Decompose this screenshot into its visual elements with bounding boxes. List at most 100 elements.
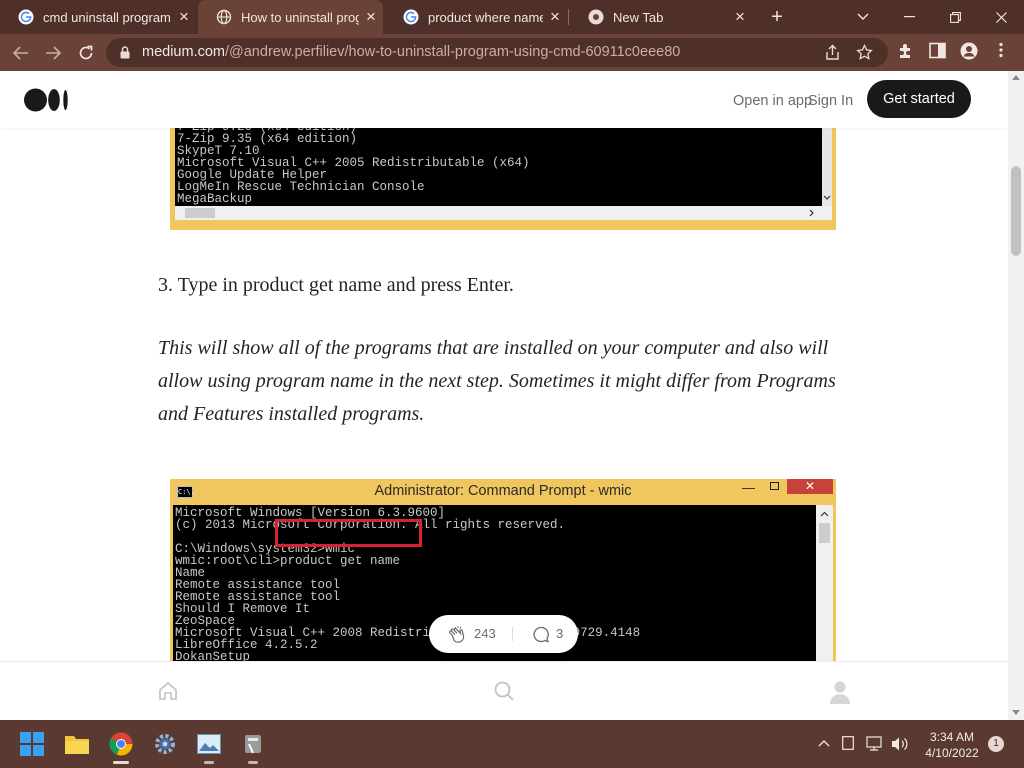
avatar-icon[interactable] bbox=[829, 680, 851, 704]
medium-header: Open in app Sign In Get started bbox=[0, 71, 1008, 128]
profile-icon[interactable] bbox=[960, 42, 978, 60]
address-bar[interactable]: medium.com/@andrew.perfiliev/how-to-unin… bbox=[106, 38, 888, 67]
tablet-icon[interactable] bbox=[842, 736, 854, 750]
tab-new-tab[interactable]: New Tab × bbox=[570, 0, 752, 34]
menu-kebab-icon[interactable] bbox=[998, 42, 1004, 58]
settings-taskbar-button[interactable] bbox=[149, 728, 181, 760]
search-icon[interactable] bbox=[493, 680, 515, 702]
folder-icon bbox=[65, 736, 89, 754]
home-icon[interactable] bbox=[157, 680, 179, 702]
restore-button[interactable] bbox=[932, 0, 978, 34]
google-icon bbox=[403, 9, 419, 25]
photos-taskbar-button[interactable] bbox=[193, 728, 225, 764]
tab-product-where-name[interactable]: product where name= × bbox=[385, 0, 567, 34]
tab-strip: cmd uninstall program × How to uninstall… bbox=[0, 0, 1024, 34]
tab-title: cmd uninstall program bbox=[43, 9, 171, 25]
side-panel-icon[interactable] bbox=[929, 42, 946, 59]
reload-button[interactable] bbox=[73, 40, 99, 66]
tab-cmd-uninstall[interactable]: cmd uninstall program × bbox=[0, 0, 196, 34]
tab-search-button[interactable] bbox=[840, 0, 886, 34]
close-icon[interactable]: × bbox=[728, 7, 752, 27]
volume-icon[interactable] bbox=[891, 736, 909, 752]
divider bbox=[512, 627, 513, 641]
console-hscrollbar bbox=[175, 206, 832, 220]
console-scrollbar bbox=[822, 121, 832, 206]
chevron-up-icon[interactable] bbox=[818, 739, 830, 747]
chevron-down-icon bbox=[823, 195, 831, 200]
google-icon bbox=[18, 9, 34, 25]
comment-icon[interactable] bbox=[532, 626, 550, 644]
close-icon[interactable]: × bbox=[359, 7, 383, 27]
reload-icon bbox=[79, 45, 93, 60]
open-in-app-link[interactable]: Open in app bbox=[733, 93, 812, 109]
clap-count[interactable]: 243 bbox=[474, 626, 496, 641]
console-line: LogMeIn Rescue Technician Console bbox=[177, 180, 425, 194]
scroll-down-icon[interactable] bbox=[1012, 710, 1020, 715]
share-icon[interactable] bbox=[824, 44, 841, 61]
start-button[interactable] bbox=[16, 728, 48, 760]
get-started-button[interactable]: Get started bbox=[867, 80, 971, 118]
chrome-taskbar-button[interactable] bbox=[105, 728, 137, 764]
close-window-button[interactable] bbox=[978, 0, 1024, 34]
notification-badge[interactable]: 1 bbox=[988, 736, 1004, 752]
forward-button[interactable] bbox=[40, 40, 66, 66]
console-line: Should I Remove It bbox=[175, 602, 311, 616]
medium-logo-icon[interactable] bbox=[24, 88, 69, 112]
app-icon bbox=[245, 735, 261, 754]
scroll-up-icon[interactable] bbox=[1012, 75, 1020, 80]
minimize-icon: — bbox=[742, 480, 755, 495]
tab-title: New Tab bbox=[613, 9, 664, 25]
running-indicator bbox=[248, 761, 258, 764]
step-3-text: 3. Type in product get name and press En… bbox=[158, 274, 514, 296]
tab-title: product where name= bbox=[428, 9, 543, 25]
maximize-icon bbox=[770, 482, 779, 490]
minimize-icon bbox=[903, 16, 915, 18]
arrow-right-icon bbox=[46, 46, 61, 60]
chevron-right-icon bbox=[809, 209, 814, 217]
app-taskbar-button[interactable] bbox=[237, 728, 269, 764]
url-host: medium.com bbox=[142, 44, 225, 60]
windows-logo-icon bbox=[20, 732, 44, 756]
cmd-titlebar: C:\. Administrator: Command Prompt - wmi… bbox=[170, 479, 836, 505]
browser-toolbar: medium.com/@andrew.perfiliev/how-to-unin… bbox=[0, 34, 1024, 71]
close-icon[interactable]: × bbox=[543, 7, 567, 27]
clock-date: 4/10/2022 bbox=[925, 746, 979, 760]
clap-icon[interactable] bbox=[447, 625, 467, 645]
close-icon[interactable]: × bbox=[172, 7, 196, 27]
running-indicator bbox=[204, 761, 214, 764]
tab-separator bbox=[568, 9, 569, 25]
lock-icon[interactable] bbox=[120, 46, 130, 59]
page-scrollbar[interactable] bbox=[1008, 71, 1024, 720]
star-icon[interactable] bbox=[856, 44, 873, 61]
running-indicator bbox=[113, 761, 129, 764]
web-page: Open in app Sign In Get started 7-Zip 9.… bbox=[0, 71, 1008, 720]
sign-in-link[interactable]: Sign In bbox=[808, 93, 853, 109]
url-path: /@andrew.perfiliev/how-to-uninstall-prog… bbox=[225, 44, 681, 60]
console-line: (c) 2013 Microsoft Corporation. All righ… bbox=[175, 518, 566, 532]
scroll-thumb[interactable] bbox=[1011, 166, 1021, 256]
close-icon: ✕ bbox=[787, 479, 833, 494]
console-line: 7-Zip 9.35 (x64 edition) bbox=[177, 132, 358, 146]
network-icon[interactable] bbox=[866, 736, 884, 752]
extensions-icon[interactable] bbox=[897, 42, 915, 60]
console-line: MegaBackup bbox=[177, 192, 253, 206]
highlight-box bbox=[275, 519, 422, 547]
back-button[interactable] bbox=[8, 40, 34, 66]
response-count[interactable]: 3 bbox=[556, 626, 563, 641]
new-tab-button[interactable]: + bbox=[766, 6, 788, 28]
clock-time: 3:34 AM bbox=[929, 730, 975, 744]
tab-title: How to uninstall program bbox=[241, 9, 359, 25]
console-output: 7-Zip 9.20 (x64 edition)7-Zip 9.35 (x64 … bbox=[175, 121, 822, 206]
tab-how-to-uninstall[interactable]: How to uninstall program × bbox=[198, 0, 383, 34]
minimize-button[interactable] bbox=[886, 0, 932, 34]
restore-icon bbox=[949, 11, 961, 23]
file-explorer-button[interactable] bbox=[61, 728, 93, 760]
console-line: wmic:root\cli>product get name bbox=[175, 554, 401, 568]
close-icon bbox=[995, 11, 1007, 23]
url-text: medium.com/@andrew.perfiliev/how-to-unin… bbox=[142, 44, 680, 60]
taskbar-clock[interactable]: 3:34 AM 4/10/2022 bbox=[920, 729, 984, 761]
cmd-window-title: Administrator: Command Prompt - wmic bbox=[374, 483, 632, 499]
cmd-screenshot-1: 7-Zip 9.20 (x64 edition)7-Zip 9.35 (x64 … bbox=[170, 121, 836, 230]
scroll-thumb bbox=[819, 523, 830, 543]
chevron-up-icon bbox=[820, 511, 829, 517]
